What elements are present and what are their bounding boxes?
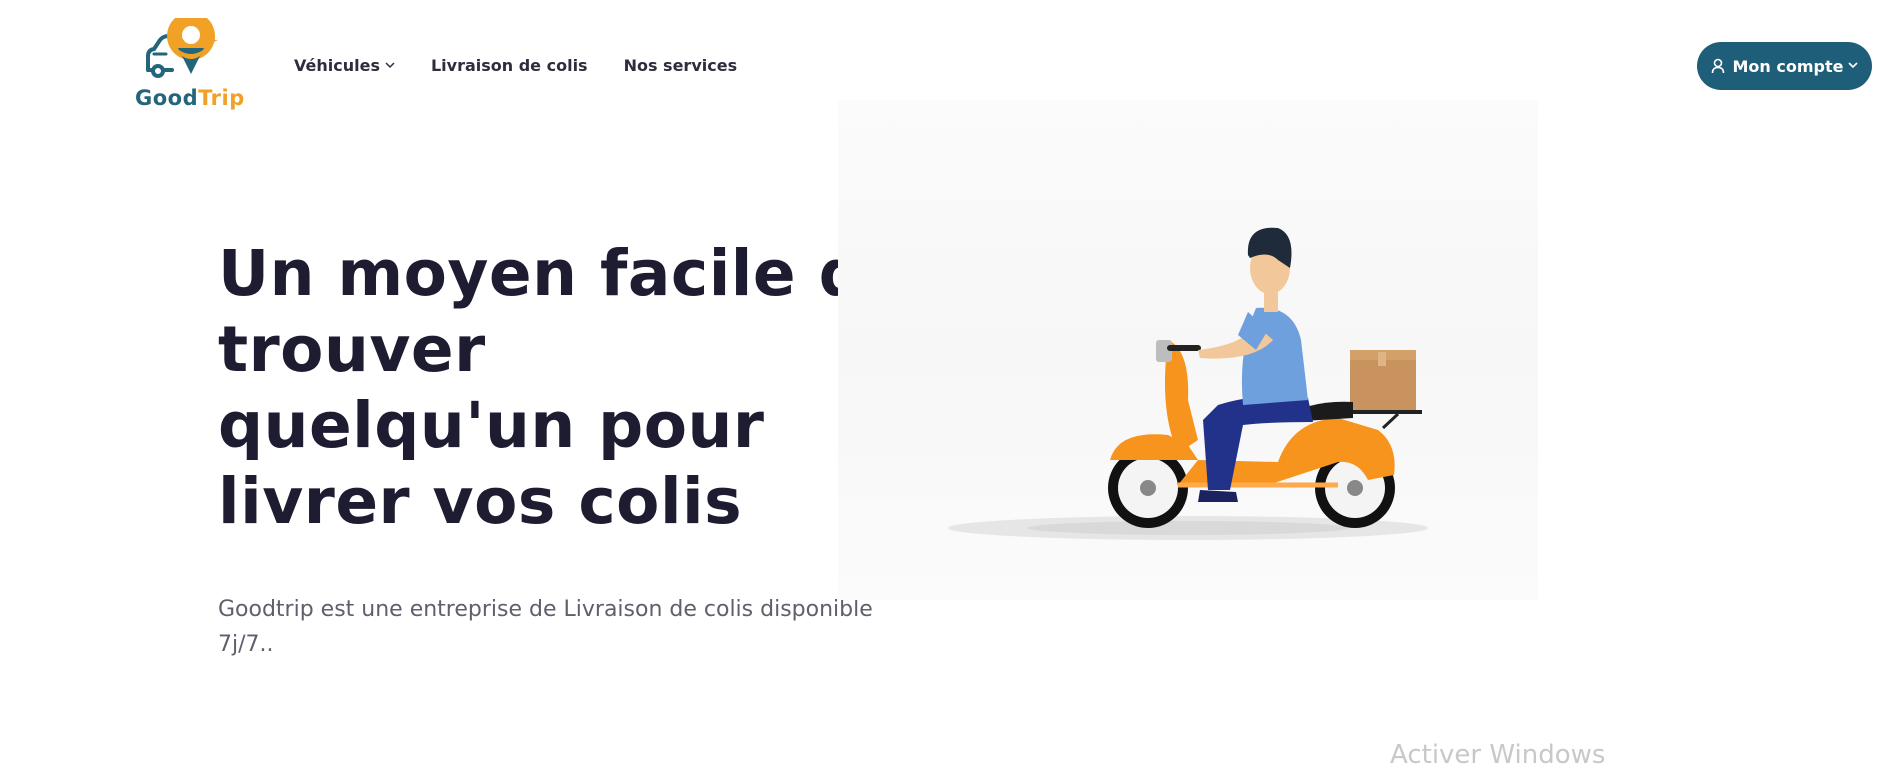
brand-wordmark: GoodTrip	[135, 86, 245, 110]
account-label: Mon compte	[1732, 56, 1844, 76]
windows-activation-watermark: Activer Windows	[1390, 740, 1606, 770]
brand-logo[interactable]: GoodTrip	[134, 18, 244, 114]
scooter-courier-illustration	[948, 227, 1428, 540]
account-button[interactable]: Mon compte	[1697, 42, 1872, 90]
nav-item-services[interactable]: Nos services	[624, 56, 738, 75]
chevron-down-icon	[385, 59, 395, 72]
hero-title-line: livrer vos colis	[218, 465, 743, 538]
nav-item-livraison[interactable]: Livraison de colis	[431, 56, 588, 75]
nav-item-vehicules[interactable]: Véhicules	[294, 56, 395, 75]
hero-title-line: Un moyen facile de	[218, 237, 908, 310]
hero-subtitle: Goodtrip est une entreprise de Livraison…	[218, 597, 873, 657]
nav-item-label: Nos services	[623, 55, 738, 75]
hero-title-line: quelqu'un pour	[218, 389, 765, 462]
main-nav: Véhicules Livraison de colis Nos service…	[294, 53, 773, 77]
car-pin-logo-icon	[146, 18, 218, 78]
hero-illustration	[838, 100, 1538, 600]
hero-title: Un moyen facile de trouver quelqu'un pou…	[218, 236, 908, 540]
nav-item-label: Livraison de colis	[430, 55, 588, 75]
chevron-down-icon	[1848, 61, 1859, 72]
hero-title-line: trouver	[218, 313, 486, 386]
user-icon	[1711, 58, 1725, 74]
nav-item-label: Véhicules	[294, 55, 380, 75]
